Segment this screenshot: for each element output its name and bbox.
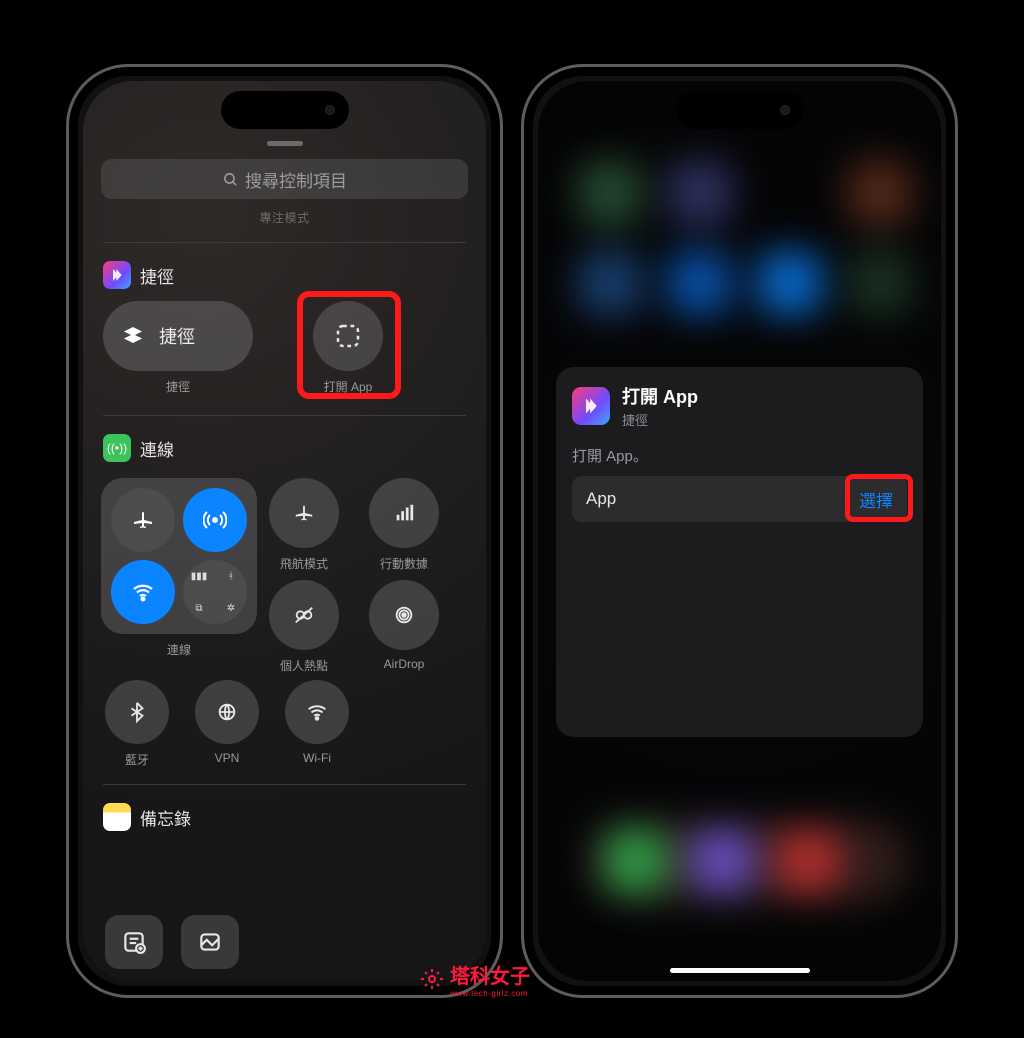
mini-wifi[interactable] [111, 560, 175, 624]
search-input[interactable]: 搜尋控制項目 [101, 159, 468, 199]
airdrop-icon [393, 604, 415, 626]
dynamic-island [221, 91, 349, 129]
bluetooth-icon [126, 701, 148, 723]
phone-right: 打開 App 捷徑 打開 App。 App 選擇 [521, 64, 958, 998]
divider [103, 242, 466, 243]
tile-open-app-caption: 打開 App [324, 378, 373, 395]
vpn-globe-icon [216, 701, 238, 723]
stack-icon [121, 324, 145, 348]
mini-antenna[interactable] [183, 488, 247, 552]
search-icon [222, 171, 239, 188]
notes-app-icon [103, 803, 131, 831]
tile-airdrop[interactable]: AirDrop [369, 580, 439, 674]
shortcuts-app-icon [572, 387, 610, 425]
tile-wifi[interactable]: Wi-Fi [285, 680, 349, 768]
tile-hotspot[interactable]: 個人熱點 [269, 580, 339, 674]
tile-connectivity-caption: 連線 [167, 641, 191, 658]
wifi-icon [306, 701, 328, 723]
airplane-icon [293, 502, 315, 524]
tile-connectivity-block[interactable]: ▮▮▮ ᚼ ⧉ ✲ 連線 [101, 478, 257, 674]
divider [103, 415, 466, 416]
globe-mini-icon: ✲ [215, 592, 247, 624]
open-app-icon [333, 321, 363, 351]
tile-shortcut-caption: 捷徑 [166, 378, 190, 395]
cap-vpn: VPN [215, 751, 240, 765]
tile-shortcut[interactable]: 捷徑 捷徑 [103, 301, 253, 395]
previous-section-peek: 專注模式 [101, 209, 468, 226]
tile-open-app[interactable]: 打開 App [313, 301, 383, 395]
section-title-shortcuts: 捷徑 [140, 263, 174, 288]
tile-bluetooth[interactable]: 藍牙 [105, 680, 169, 768]
card-title: 打開 App [622, 383, 698, 409]
cap-hotspot: 個人熱點 [280, 657, 328, 674]
note-add-icon [121, 929, 147, 955]
mini-status-grid[interactable]: ▮▮▮ ᚼ ⧉ ✲ [183, 560, 247, 624]
dynamic-island [676, 91, 804, 129]
section-header-notes: 備忘錄 [101, 801, 468, 843]
toolbar-add-button[interactable] [105, 915, 163, 969]
cap-airplane: 飛航模式 [280, 555, 328, 572]
field-label: App [586, 489, 616, 509]
open-app-card: 打開 App 捷徑 打開 App。 App 選擇 [556, 367, 923, 737]
cap-wifi: Wi-Fi [303, 751, 331, 765]
cap-cellular: 行動數據 [380, 555, 428, 572]
app-field-row[interactable]: App 選擇 [572, 476, 907, 522]
airplane-icon [131, 508, 155, 532]
signal-bars-icon: ▮▮▮ [183, 560, 215, 592]
watermark-url: www.tech-girlz.com [450, 989, 530, 998]
home-indicator[interactable] [670, 968, 810, 973]
connectivity-section-icon: ((•)) [103, 434, 131, 462]
cellular-icon [393, 502, 415, 524]
phone-left: 搜尋控制項目 專注模式 捷徑 捷徑 [66, 64, 503, 998]
watermark-name: 塔科女子 [450, 966, 530, 988]
section-title-connectivity: 連線 [140, 436, 174, 461]
bluetooth-mini-icon: ᚼ [215, 560, 247, 592]
tile-airplane[interactable]: 飛航模式 [269, 478, 339, 572]
tile-vpn[interactable]: VPN [195, 680, 259, 768]
search-placeholder: 搜尋控制項目 [245, 167, 347, 192]
card-description: 打開 App。 [572, 445, 907, 466]
section-title-notes: 備忘錄 [140, 805, 191, 830]
tile-shortcut-label: 捷徑 [159, 323, 195, 349]
section-header-connectivity: ((•)) 連線 [101, 432, 468, 474]
watermark-gear-icon [420, 967, 444, 991]
sheet-grabber[interactable] [267, 141, 303, 146]
cap-airdrop: AirDrop [384, 657, 425, 671]
section-header-shortcuts: 捷徑 [101, 259, 468, 301]
wifi-icon [131, 580, 155, 604]
shortcuts-app-icon [103, 261, 131, 289]
toolbar-gallery-button[interactable] [181, 915, 239, 969]
hotspot-icon [293, 604, 315, 626]
select-app-button[interactable]: 選擇 [859, 487, 893, 512]
gallery-icon [197, 929, 223, 955]
cap-bluetooth: 藍牙 [125, 751, 149, 768]
antenna-icon [203, 508, 227, 532]
mini-airplane[interactable] [111, 488, 175, 552]
tile-cellular[interactable]: 行動數據 [369, 478, 439, 572]
divider [103, 784, 466, 785]
link-mini-icon: ⧉ [183, 592, 215, 624]
card-subtitle: 捷徑 [622, 410, 698, 429]
watermark: 塔科女子 www.tech-girlz.com [420, 960, 530, 998]
